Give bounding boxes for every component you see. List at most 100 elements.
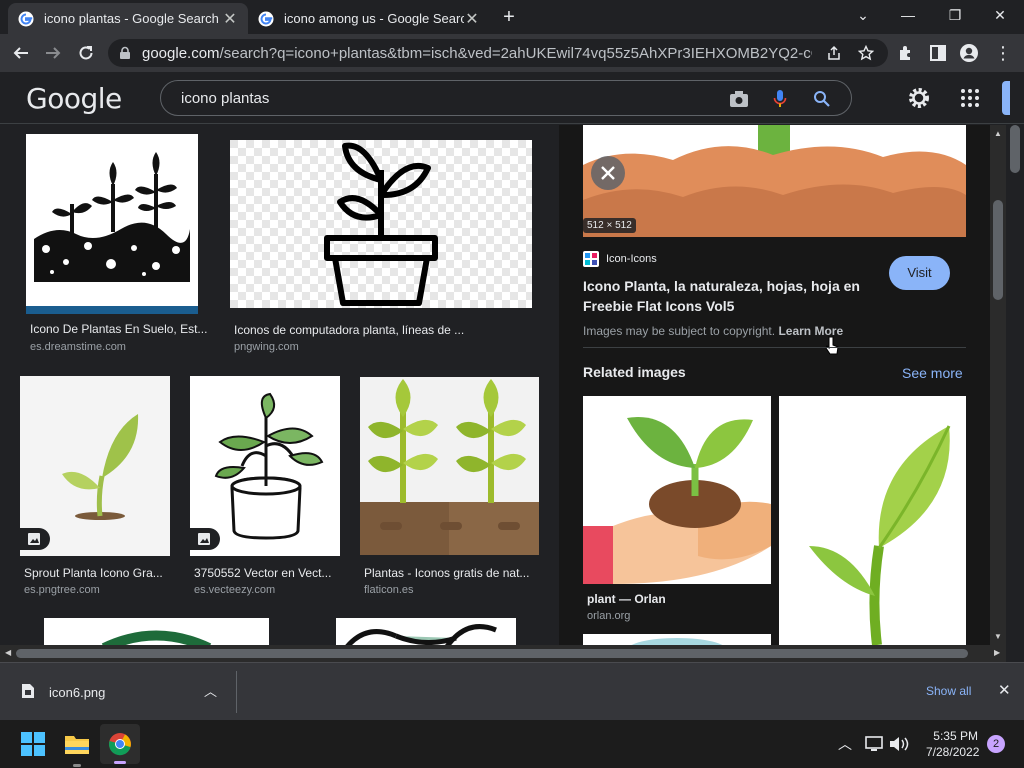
scrollbar-thumb[interactable] [1010, 125, 1020, 173]
circle-logo-image [101, 630, 212, 645]
camera-search-icon[interactable] [729, 90, 749, 108]
reload-button[interactable] [73, 40, 99, 66]
windows-start-icon[interactable] [21, 732, 45, 756]
scroll-down-icon[interactable]: ▼ [994, 632, 1002, 641]
image-icon [28, 533, 40, 545]
related-image-title[interactable]: plant — Orlan [587, 592, 666, 606]
chrome-taskbar-button[interactable] [100, 724, 140, 764]
show-hidden-icons-chevron-icon[interactable]: ︿ [838, 734, 852, 754]
side-panel-icon[interactable] [929, 44, 947, 62]
reload-icon [79, 46, 93, 60]
result-caption[interactable]: Iconos de computadora planta, líneas de … [234, 323, 524, 337]
result-thumbnail[interactable] [26, 134, 198, 314]
image-result-card[interactable]: Iconos de computadora planta, líneas de … [230, 140, 540, 360]
forward-button[interactable] [40, 40, 66, 66]
download-filename[interactable]: icon6.png [49, 685, 105, 700]
image-title-line: Freebie Flat Icons Vol5 [583, 298, 735, 314]
url-text: google.com/search?q=icono+plantas&tbm=is… [142, 44, 812, 62]
related-image-thumbnail[interactable] [583, 396, 771, 584]
image-result-thumbnail-partial[interactable] [44, 618, 269, 645]
result-caption[interactable]: Sprout Planta Icono Gra... [24, 566, 170, 580]
settings-gear-icon[interactable] [907, 86, 931, 110]
chrome-menu-icon[interactable]: ⋮ [990, 40, 1016, 66]
share-icon[interactable] [826, 45, 842, 61]
address-bar[interactable]: google.com/search?q=icono+plantas&tbm=is… [108, 39, 888, 67]
close-preview-button[interactable] [591, 156, 625, 190]
tab-title: icono plantas - Google Search [44, 11, 219, 26]
scroll-up-icon[interactable]: ▲ [994, 129, 1002, 138]
result-source: es.pngtree.com [24, 584, 100, 596]
related-image-thumbnail-partial[interactable] [583, 634, 771, 645]
image-result-thumbnail-partial[interactable] [336, 618, 516, 645]
profile-avatar-icon[interactable] [959, 43, 979, 63]
see-more-link[interactable]: See more [902, 365, 963, 381]
scrollbar-thumb[interactable] [16, 649, 968, 658]
google-logo[interactable]: Google [26, 82, 122, 115]
visit-button[interactable]: Visit [889, 256, 950, 290]
image-result-card[interactable]: Sprout Planta Icono Gra... es.pngtree.co… [20, 376, 180, 601]
windows-taskbar: ︿ 5:35 PM 7/28/2022 2 [0, 720, 1024, 768]
page-scrollbar[interactable] [1006, 125, 1024, 645]
system-clock[interactable]: 5:35 PM 7/28/2022 [926, 728, 979, 760]
search-box[interactable]: icono plantas [160, 80, 852, 116]
result-caption[interactable]: Plantas - Iconos gratis de nat... [364, 566, 542, 580]
extensions-puzzle-icon[interactable] [897, 44, 915, 62]
green-leaf-image [779, 396, 966, 645]
google-apps-icon[interactable] [960, 88, 980, 108]
notification-badge[interactable]: 2 [987, 735, 1005, 753]
show-all-downloads-button[interactable]: Show all [926, 684, 971, 698]
scroll-right-icon[interactable]: ▶ [994, 648, 1000, 657]
horizontal-scrollbar[interactable]: ◀ ▶ [0, 645, 1006, 662]
close-window-button[interactable]: ✕ [985, 4, 1015, 26]
result-source: flaticon.es [364, 584, 414, 596]
related-image-source: orlan.org [587, 610, 631, 622]
file-explorer-icon[interactable] [64, 733, 90, 755]
image-icon [198, 533, 210, 545]
scrollbar-thumb[interactable] [993, 200, 1003, 300]
google-favicon-icon [18, 11, 34, 26]
tab-icono-among-us[interactable]: icono among us - Google Search ✕ [248, 3, 490, 34]
site-favicon-icon [583, 251, 599, 267]
account-button-edge[interactable] [1002, 81, 1010, 115]
result-caption[interactable]: 3750552 Vector en Vect... [194, 566, 340, 580]
result-caption[interactable]: Icono De Plantas En Suelo, Est... [30, 322, 210, 336]
tab-close-icon[interactable]: ✕ [222, 9, 238, 29]
hand-holding-plant-image [583, 396, 771, 584]
site-name[interactable]: Icon-Icons [606, 253, 657, 265]
minimize-button[interactable]: — [893, 4, 923, 26]
new-tab-button[interactable]: + [498, 6, 520, 28]
result-thumbnail[interactable] [360, 377, 539, 555]
lock-icon[interactable] [118, 46, 132, 60]
search-input[interactable]: icono plantas [181, 90, 269, 107]
bookmark-star-icon[interactable] [858, 45, 874, 61]
close-icon [601, 166, 615, 180]
close-download-bar-icon[interactable]: ✕ [998, 681, 1011, 699]
image-result-card[interactable]: Plantas - Iconos gratis de nat... flatic… [360, 377, 545, 602]
search-icon[interactable] [813, 90, 831, 108]
scroll-left-icon[interactable]: ◀ [5, 648, 11, 657]
tab-search-dropdown-icon[interactable]: ⌄ [848, 4, 878, 26]
related-images-heading: Related images [583, 364, 686, 380]
related-image-thumbnail[interactable] [779, 396, 966, 645]
chevron-up-icon[interactable]: ︿ [204, 681, 217, 700]
result-source: es.dreamstime.com [30, 341, 126, 353]
volume-icon[interactable] [889, 736, 909, 752]
flat-plants-row-image [360, 377, 539, 555]
clock-time: 5:35 PM [933, 729, 978, 743]
image-title[interactable]: Icono Planta, la naturaleza, hojas, hoja… [583, 276, 883, 316]
preview-image[interactable] [583, 125, 966, 237]
download-bar: icon6.png ︿ Show all ✕ [0, 662, 1024, 720]
copyright-text: Images may be subject to copyright. [583, 324, 776, 338]
mouse-cursor-icon [825, 336, 839, 355]
tab-icono-plantas[interactable]: icono plantas - Google Search ✕ [8, 3, 248, 34]
image-result-card[interactable]: 3750552 Vector en Vect... es.vecteezy.co… [190, 376, 350, 601]
google-header: Google icono plantas [0, 72, 1024, 124]
tab-close-icon[interactable]: ✕ [464, 9, 480, 29]
result-thumbnail[interactable] [230, 140, 532, 308]
network-icon[interactable] [865, 736, 883, 752]
back-button[interactable] [8, 40, 34, 66]
microphone-icon[interactable] [773, 89, 787, 109]
panel-scrollbar[interactable]: ▲ ▼ [990, 125, 1006, 645]
image-result-card[interactable]: Icono De Plantas En Suelo, Est... es.dre… [26, 134, 216, 359]
restore-button[interactable]: ❐ [940, 4, 970, 26]
